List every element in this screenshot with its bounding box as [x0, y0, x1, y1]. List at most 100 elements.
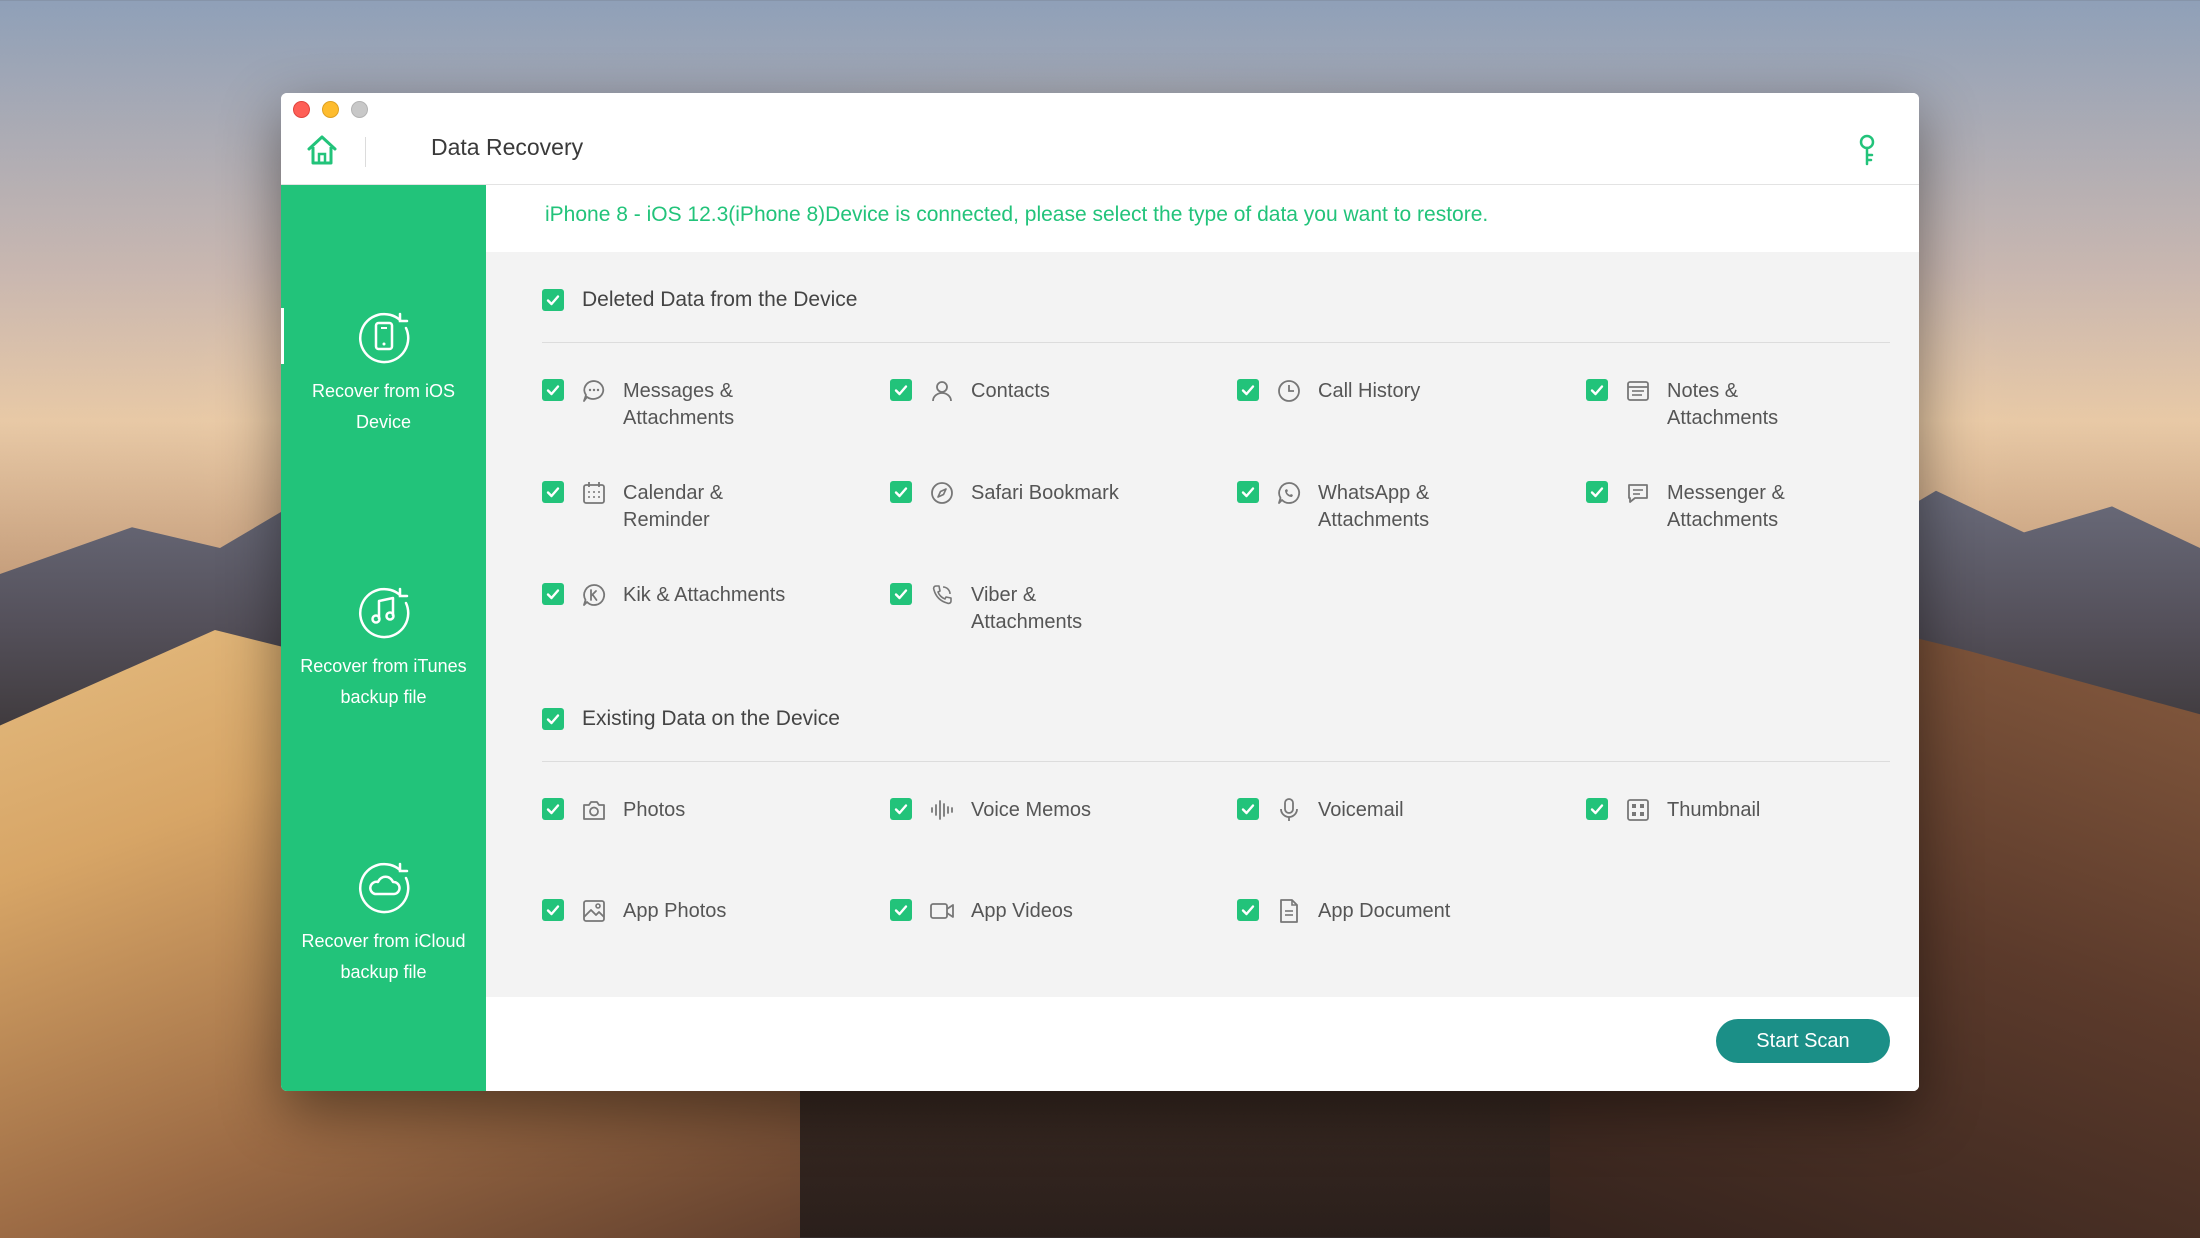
item-checkbox[interactable]: [1586, 798, 1608, 820]
contact-icon: [932, 381, 952, 402]
existing-section-checkbox[interactable]: [542, 708, 564, 730]
data-item-app-videos[interactable]: App Videos: [890, 898, 1131, 925]
item-checkbox[interactable]: [1237, 798, 1259, 820]
data-item-app-document[interactable]: App Document: [1237, 898, 1518, 925]
check-icon: [1590, 385, 1604, 396]
footer-bar: Start Scan: [486, 997, 1919, 1091]
section-divider: [542, 761, 1890, 762]
item-checkbox[interactable]: [542, 481, 564, 503]
check-icon: [894, 385, 908, 396]
item-checkbox[interactable]: [1586, 481, 1608, 503]
check-icon: [546, 295, 560, 306]
check-icon: [1241, 905, 1255, 916]
item-label: App Videos: [971, 900, 1073, 922]
compass-icon: [931, 482, 953, 504]
check-icon: [1241, 487, 1255, 498]
sidebar-item-label: Recover from iCloud backup file: [301, 931, 466, 982]
close-window-button[interactable]: [293, 101, 310, 118]
item-label: Notes & Attachments: [1667, 380, 1779, 429]
item-label: Voice Memos: [971, 799, 1092, 821]
data-item-messenger[interactable]: Messenger & Attachments: [1586, 480, 1827, 534]
data-item-voice-memos[interactable]: Voice Memos: [890, 797, 1131, 824]
notes-icon: [1627, 381, 1649, 401]
existing-section-header[interactable]: Existing Data on the Device: [542, 707, 840, 731]
data-item-calendar[interactable]: Calendar & Reminder: [542, 480, 783, 534]
window-controls: [293, 101, 368, 118]
item-label: Safari Bookmark: [971, 482, 1119, 504]
item-checkbox[interactable]: [542, 583, 564, 605]
data-item-thumbnail[interactable]: Thumbnail: [1586, 797, 1827, 824]
document-icon: [1280, 899, 1298, 923]
viber-icon: [932, 585, 952, 605]
item-checkbox[interactable]: [1237, 481, 1259, 503]
item-checkbox[interactable]: [1237, 899, 1259, 921]
deleted-section-checkbox[interactable]: [542, 289, 564, 311]
check-icon: [1241, 385, 1255, 396]
item-label: WhatsApp & Attachments: [1318, 482, 1430, 531]
item-label: Messages & Attachments: [623, 380, 735, 429]
key-icon[interactable]: [1855, 133, 1879, 167]
check-icon: [546, 714, 560, 725]
data-item-app-photos[interactable]: App Photos: [542, 898, 783, 925]
data-item-call-history[interactable]: Call History: [1237, 378, 1478, 405]
item-label: Viber & Attachments: [971, 584, 1083, 633]
item-label: Call History: [1318, 380, 1421, 402]
item-checkbox[interactable]: [542, 798, 564, 820]
phone-recover-icon: [358, 312, 409, 364]
item-label: Photos: [623, 799, 686, 821]
item-checkbox[interactable]: [890, 899, 912, 921]
start-scan-button[interactable]: Start Scan: [1716, 1019, 1890, 1063]
image-icon: [583, 900, 605, 922]
check-icon: [546, 804, 560, 815]
item-label: App Document: [1318, 900, 1451, 922]
item-label: Messenger & Attachments: [1667, 482, 1785, 531]
item-checkbox[interactable]: [1586, 379, 1608, 401]
data-item-messages[interactable]: Messages & Attachments: [542, 378, 783, 432]
check-icon: [1241, 804, 1255, 815]
item-checkbox[interactable]: [890, 798, 912, 820]
existing-section-title: Existing Data on the Device: [582, 707, 840, 730]
section-divider: [542, 342, 1890, 343]
maximize-window-button[interactable]: [351, 101, 368, 118]
home-icon[interactable]: [305, 133, 339, 167]
sidebar: Recover from iOS Device Recover from iTu…: [281, 185, 486, 1091]
camera-icon: [583, 801, 605, 820]
item-checkbox[interactable]: [890, 379, 912, 401]
item-label: App Photos: [623, 900, 727, 922]
video-icon: [930, 903, 954, 919]
sidebar-item-ios-device[interactable]: Recover from iOS Device: [281, 308, 486, 438]
check-icon: [546, 487, 560, 498]
item-checkbox[interactable]: [542, 379, 564, 401]
item-checkbox[interactable]: [890, 583, 912, 605]
check-icon: [1590, 487, 1604, 498]
item-checkbox[interactable]: [1237, 379, 1259, 401]
main-content: iPhone 8 - iOS 12.3(iPhone 8)Device is c…: [486, 185, 1919, 1091]
check-icon: [894, 487, 908, 498]
title-separator: [365, 137, 366, 167]
calendar-icon: [583, 482, 605, 504]
data-item-whatsapp[interactable]: WhatsApp & Attachments: [1237, 480, 1478, 534]
item-checkbox[interactable]: [890, 481, 912, 503]
data-item-kik[interactable]: Kik & Attachments: [542, 582, 823, 609]
check-icon: [894, 804, 908, 815]
data-item-viber[interactable]: Viber & Attachments: [890, 582, 1131, 636]
data-item-notes[interactable]: Notes & Attachments: [1586, 378, 1827, 432]
item-label: Kik & Attachments: [623, 584, 786, 606]
data-item-safari-bookmark[interactable]: Safari Bookmark: [890, 480, 1131, 507]
minimize-window-button[interactable]: [322, 101, 339, 118]
check-icon: [1590, 804, 1604, 815]
itunes-icon: [358, 587, 409, 639]
sidebar-item-icloud-backup[interactable]: Recover from iCloud backup file: [281, 858, 486, 988]
item-label: Contacts: [971, 380, 1050, 402]
check-icon: [894, 589, 908, 600]
icloud-icon: [358, 862, 409, 914]
grid-icon: [1627, 799, 1649, 821]
title-bar: Data Recovery: [281, 93, 1919, 185]
data-item-contacts[interactable]: Contacts: [890, 378, 1131, 405]
deleted-section-header[interactable]: Deleted Data from the Device: [542, 288, 857, 312]
item-checkbox[interactable]: [542, 899, 564, 921]
sidebar-item-label: Recover from iTunes backup file: [300, 656, 467, 707]
data-item-voicemail[interactable]: Voicemail: [1237, 797, 1478, 824]
data-item-photos[interactable]: Photos: [542, 797, 783, 824]
sidebar-item-itunes-backup[interactable]: Recover from iTunes backup file: [281, 583, 486, 713]
